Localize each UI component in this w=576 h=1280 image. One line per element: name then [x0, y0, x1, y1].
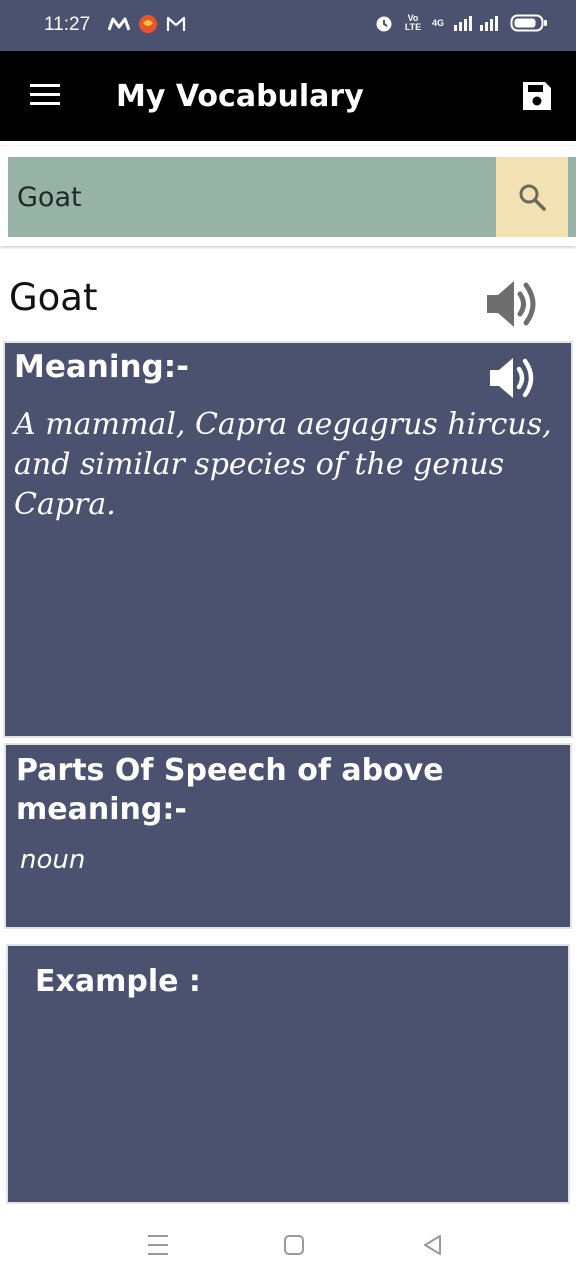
menu-icon[interactable]	[30, 84, 60, 106]
alarm-icon	[376, 16, 392, 32]
app-bar: My Vocabulary	[0, 51, 576, 141]
search-bar	[8, 157, 576, 237]
volte-label: Vo LTE	[404, 13, 422, 32]
example-card: Example :	[8, 946, 568, 1202]
save-icon[interactable]	[520, 79, 554, 113]
status-bar: 11:27 Vo LTE 4G	[0, 0, 576, 51]
signal-icon	[454, 16, 498, 31]
system-icons: Vo LTE 4G	[374, 13, 548, 33]
status-time: 11:27	[44, 14, 91, 35]
recent-apps-icon[interactable]	[145, 1232, 171, 1258]
part-of-speech-value: noun	[20, 845, 86, 875]
search-card	[0, 146, 576, 246]
m-app-icon	[108, 17, 130, 31]
network-label: 4G	[431, 17, 444, 28]
battery-icon	[510, 14, 547, 32]
home-icon[interactable]	[281, 1232, 307, 1258]
meaning-card: Meaning:- A mammal, Capra aegagrus hircu…	[5, 343, 571, 736]
search-input[interactable]	[8, 157, 496, 237]
gmail-icon	[166, 16, 186, 31]
word-heading: Goat	[9, 276, 98, 319]
meaning-text: A mammal, Capra aegagrus hircus, and sim…	[14, 407, 552, 522]
word-speaker-icon[interactable]	[484, 276, 542, 332]
app-title: My Vocabulary	[116, 79, 364, 114]
example-title: Example :	[35, 964, 201, 999]
part-of-speech-card: Parts Of Speech of above meaning:- noun	[6, 745, 570, 927]
notification-icons	[108, 14, 186, 34]
navigation-bar	[0, 1208, 576, 1280]
meaning-title: Meaning:-	[14, 349, 190, 385]
search-button[interactable]	[496, 157, 568, 237]
back-icon[interactable]	[420, 1232, 446, 1258]
search-icon	[519, 184, 546, 211]
meaning-speaker-icon[interactable]	[487, 353, 539, 403]
part-of-speech-title: Parts Of Speech of above meaning:-	[16, 753, 444, 827]
swiggy-icon	[139, 15, 157, 33]
